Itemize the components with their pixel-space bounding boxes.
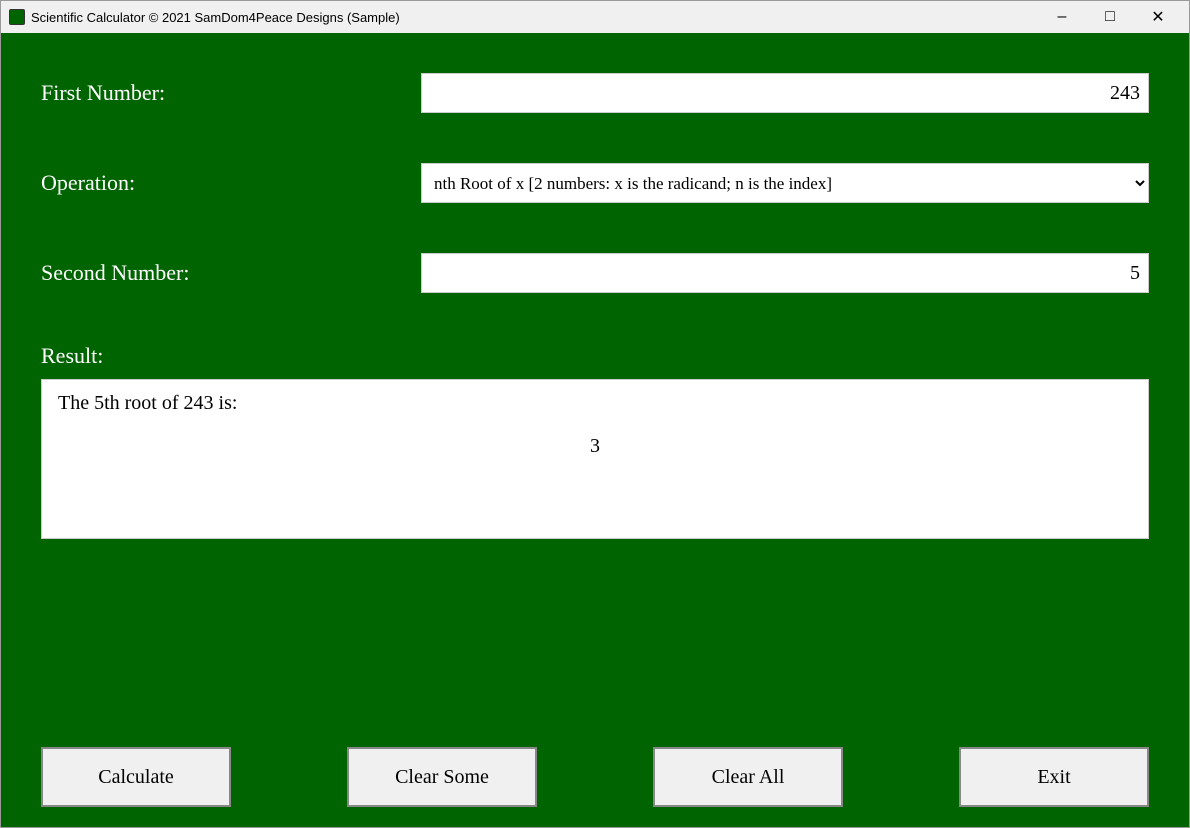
result-section: Result: The 5th root of 243 is: 3 bbox=[41, 343, 1149, 711]
minimize-button[interactable]: – bbox=[1039, 3, 1085, 31]
operation-row: Operation: nth Root of x [2 numbers: x i… bbox=[41, 163, 1149, 203]
clear-all-button[interactable]: Clear All bbox=[653, 747, 843, 807]
content-area: First Number: Operation: nth Root of x [… bbox=[1, 33, 1189, 731]
result-label: Result: bbox=[41, 343, 1149, 369]
second-number-input[interactable] bbox=[421, 253, 1149, 293]
title-bar-controls: – □ ✕ bbox=[1039, 3, 1181, 31]
app-window: Scientific Calculator © 2021 SamDom4Peac… bbox=[0, 0, 1190, 828]
first-number-input[interactable] bbox=[421, 73, 1149, 113]
clear-some-button[interactable]: Clear Some bbox=[347, 747, 537, 807]
exit-button[interactable]: Exit bbox=[959, 747, 1149, 807]
button-bar: Calculate Clear Some Clear All Exit bbox=[1, 731, 1189, 827]
app-title: Scientific Calculator © 2021 SamDom4Peac… bbox=[31, 10, 400, 25]
second-number-row: Second Number: bbox=[41, 253, 1149, 293]
title-bar-left: Scientific Calculator © 2021 SamDom4Peac… bbox=[9, 9, 400, 25]
maximize-button[interactable]: □ bbox=[1087, 3, 1133, 31]
close-button[interactable]: ✕ bbox=[1135, 3, 1181, 31]
result-text: The 5th root of 243 is: bbox=[58, 392, 1132, 415]
first-number-row: First Number: bbox=[41, 73, 1149, 113]
title-bar: Scientific Calculator © 2021 SamDom4Peac… bbox=[1, 1, 1189, 33]
first-number-label: First Number: bbox=[41, 80, 421, 106]
second-number-label: Second Number: bbox=[41, 260, 421, 286]
operation-label: Operation: bbox=[41, 170, 421, 196]
app-icon bbox=[9, 9, 25, 25]
result-answer: 3 bbox=[58, 435, 1132, 458]
operation-select[interactable]: nth Root of x [2 numbers: x is the radic… bbox=[421, 163, 1149, 203]
result-box: The 5th root of 243 is: 3 bbox=[41, 379, 1149, 539]
calculate-button[interactable]: Calculate bbox=[41, 747, 231, 807]
